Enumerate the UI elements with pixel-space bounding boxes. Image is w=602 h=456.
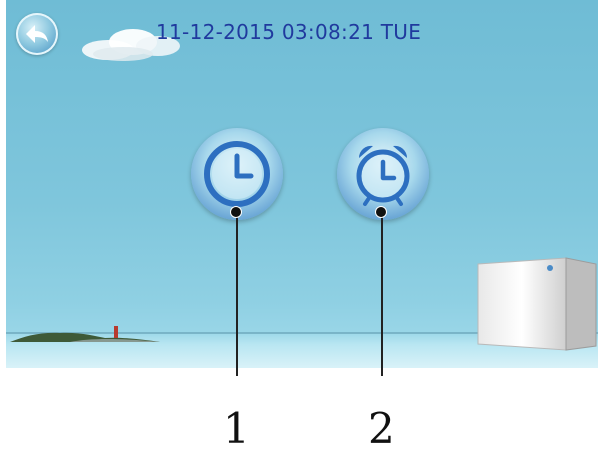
callout-number-2: 2 [368,404,395,453]
callout-line-1 [236,212,238,376]
callout-number-1: 1 [223,404,250,453]
back-arrow-icon [26,25,48,43]
island-decoration [10,326,160,342]
heat-pump-unit-image [477,257,597,351]
touch-screen: 11-12-2015 03:08:21 TUE [6,0,598,368]
callout-dot-2 [375,206,387,218]
callout-dot-1 [230,206,242,218]
callout-line-2 [381,212,383,376]
datetime-display: 11-12-2015 03:08:21 TUE [156,20,422,44]
back-button[interactable] [16,13,58,55]
